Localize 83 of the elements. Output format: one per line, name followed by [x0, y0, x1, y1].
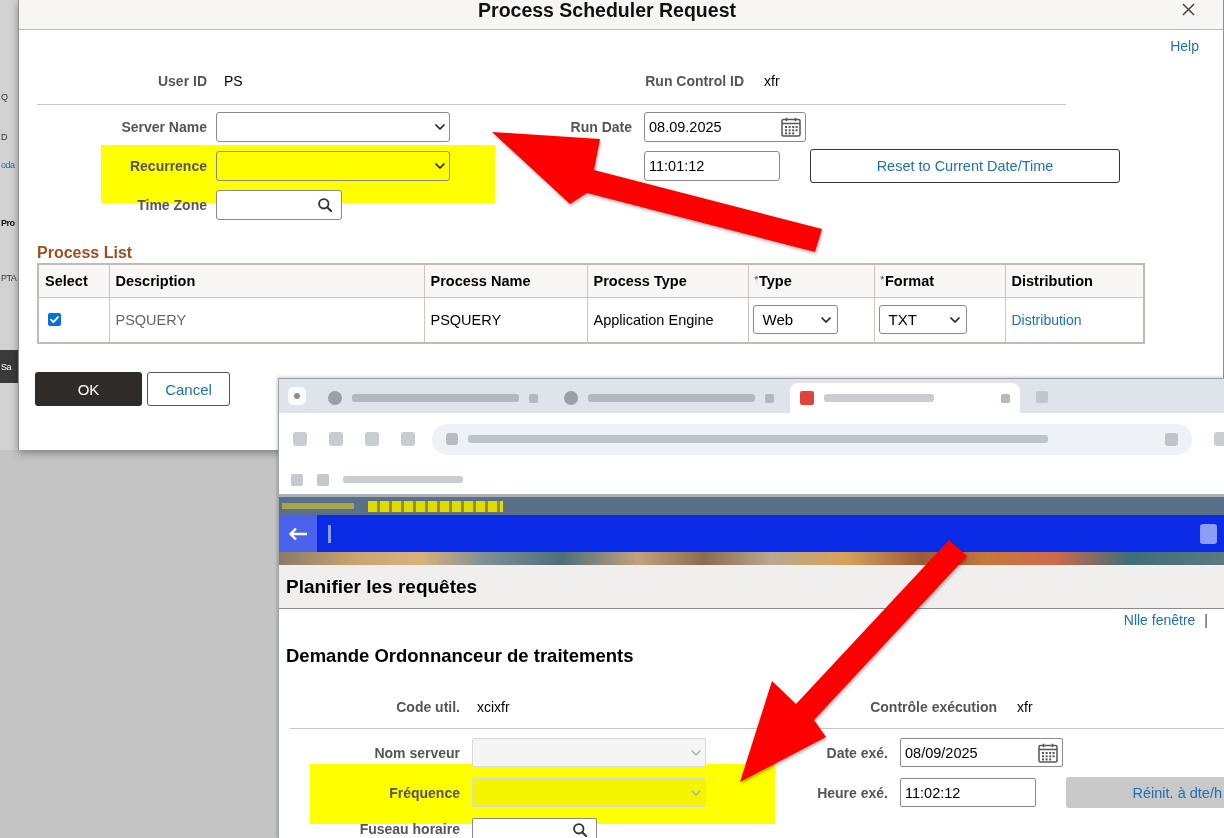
field-label: Contrôle exécution	[870, 699, 997, 715]
date-field[interactable]: 08.09.2025	[644, 112, 806, 142]
blurred-icon[interactable]	[1200, 523, 1217, 544]
column-header: Distribution	[1011, 272, 1093, 289]
field-label: Fréquence	[389, 784, 460, 801]
column-header: Select	[45, 272, 88, 289]
cancel-button[interactable]: Cancel	[147, 372, 230, 406]
lookup-field[interactable]	[216, 190, 342, 220]
required-mark: *	[754, 272, 758, 285]
field-value: xfr	[1017, 699, 1033, 715]
blurred-text	[282, 503, 354, 509]
back-button[interactable]	[279, 515, 317, 552]
blurred-icon[interactable]	[1165, 432, 1178, 446]
blurred-icon[interactable]	[529, 393, 538, 403]
search-icon[interactable]	[318, 198, 332, 212]
field-label: Code util.	[396, 699, 460, 715]
text-fragment: PTA	[0, 272, 17, 284]
field-label: Run Control ID	[645, 73, 744, 89]
page-header: Planifier les requêtes	[286, 575, 478, 598]
required-mark: *	[880, 272, 884, 285]
field-label: Server Name	[121, 119, 207, 135]
blurred-icon	[564, 391, 578, 405]
dialog-title: Process Scheduler Request	[478, 0, 736, 20]
section-title: Process List	[37, 244, 133, 262]
field-value: xfr	[764, 73, 780, 89]
field-label: Recurrence	[129, 158, 207, 174]
blurred-text[interactable]	[343, 476, 463, 483]
field-label: Fuseau horaire	[359, 820, 460, 838]
reset-button[interactable]: Reset to Current Date/Time	[810, 149, 1120, 183]
dropdown[interactable]	[216, 151, 450, 181]
field-label: Date exé.	[826, 744, 888, 761]
blurred-icon[interactable]	[765, 393, 774, 403]
dropdown[interactable]: TXT	[878, 305, 967, 335]
heading-fragment: Pro	[0, 217, 15, 229]
page-title: Demande Ordonnanceur de traitements	[285, 645, 634, 667]
link-fragment[interactable]: oda	[0, 159, 15, 171]
blurred-icon	[446, 433, 458, 445]
ok-button[interactable]: OK	[35, 372, 142, 406]
checkbox[interactable]	[48, 313, 61, 327]
left-arrow-icon	[288, 526, 308, 541]
column-header: Type	[759, 272, 792, 289]
calendar-icon[interactable]	[1038, 742, 1058, 763]
blurred-icon[interactable]	[1001, 393, 1010, 403]
chevron-down-icon	[949, 316, 960, 323]
column-header: Format	[885, 272, 935, 289]
partial-button[interactable]: Sa	[0, 350, 18, 383]
search-icon[interactable]	[573, 823, 587, 837]
blurred-icon	[317, 473, 329, 486]
dropdown[interactable]	[216, 112, 450, 142]
dropdown[interactable]: Web	[752, 305, 838, 335]
chevron-down-icon	[820, 316, 831, 323]
chevron-down-icon	[435, 163, 445, 169]
lookup-field[interactable]	[472, 818, 597, 838]
browser-tab[interactable]	[790, 383, 1020, 413]
date-field[interactable]: 08/09/2025	[900, 738, 1063, 767]
blurred-icon[interactable]	[288, 387, 306, 405]
blurred-icon	[328, 524, 331, 543]
field-value: xcixfr	[477, 699, 510, 715]
time-field[interactable]: 11:02:12	[900, 778, 1036, 807]
chevron-down-icon	[691, 749, 701, 756]
distribution-link[interactable]: Distribution	[1011, 311, 1082, 328]
field-label: Run Date	[570, 119, 632, 135]
chevron-down-icon	[435, 124, 445, 130]
help-link[interactable]: Help	[1170, 38, 1199, 54]
field-label: Heure exé.	[817, 784, 888, 801]
blurred-icon[interactable]	[291, 473, 303, 486]
address-bar[interactable]	[432, 423, 1192, 455]
calendar-icon[interactable]	[781, 117, 801, 137]
chevron-down-icon	[691, 789, 701, 796]
text-fragment: Q	[0, 91, 8, 103]
field-label: Nom serveur	[374, 744, 460, 761]
page-link[interactable]: Nlle fenêtre	[1123, 612, 1196, 628]
column-header: Description	[115, 272, 196, 289]
text-fragment: D	[0, 131, 7, 143]
column-header: Process Name	[430, 272, 531, 289]
close-icon[interactable]	[1182, 3, 1195, 16]
blurred-icon	[800, 391, 814, 405]
blurred-icon	[328, 391, 342, 405]
link-separator: |	[1204, 612, 1208, 628]
column-header: Process Type	[593, 272, 687, 289]
time-field[interactable]: 11:01:12	[644, 151, 780, 181]
field-value: PS	[224, 73, 243, 89]
field-label: User ID	[157, 73, 207, 89]
